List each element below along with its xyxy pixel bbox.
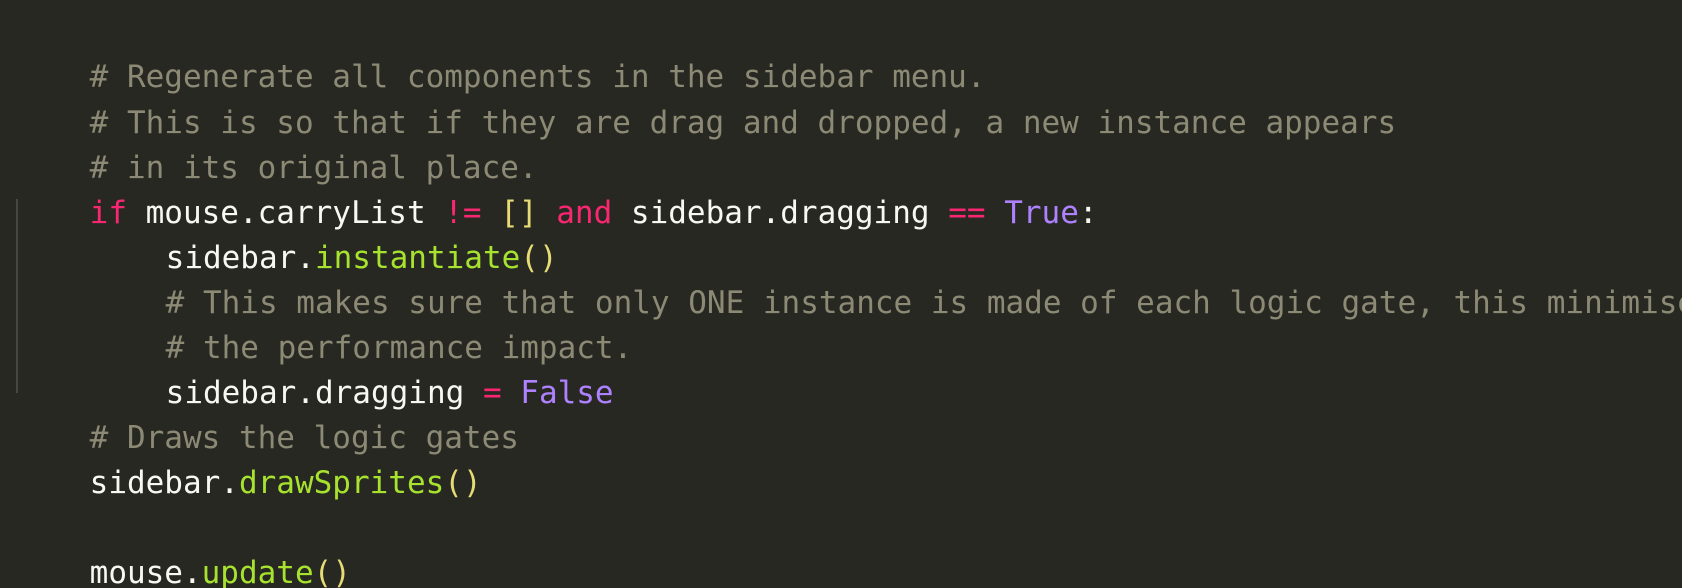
call-parentheses: () — [444, 465, 482, 501]
call-parentheses: () — [313, 555, 351, 588]
code-line-2[interactable]: # This is so that if they are drag and d… — [15, 51, 1396, 141]
operator-equal-equal: == — [948, 195, 986, 231]
code-line-7[interactable]: # the performance impact. — [15, 276, 633, 366]
constant-false: False — [520, 375, 614, 411]
colon-token: : — [1078, 195, 1098, 231]
identifier-sidebar-dragging: sidebar.dragging — [612, 195, 949, 231]
code-line-5[interactable]: sidebar.instantiate() — [15, 186, 558, 276]
function-update: update — [201, 555, 314, 588]
constant-true: True — [1004, 195, 1079, 231]
identifier-sidebar: sidebar. — [89, 465, 239, 501]
code-line-1[interactable]: # Regenerate all components in the sideb… — [15, 5, 986, 95]
code-line-3[interactable]: # in its original place. — [15, 96, 538, 186]
code-line-4[interactable]: if mouse.carryList != [] and sidebar.dra… — [15, 141, 1098, 231]
identifier-mouse: mouse. — [89, 555, 202, 588]
code-editor[interactable]: # Regenerate all components in the sideb… — [0, 0, 1682, 588]
code-line-12[interactable]: mouse.update() — [15, 501, 351, 588]
code-line-9[interactable]: # Draws the logic gates — [15, 366, 519, 456]
code-line-10[interactable]: sidebar.drawSprites() — [15, 411, 482, 501]
function-drawsprites: drawSprites — [238, 465, 445, 501]
code-line-6[interactable]: # This makes sure that only ONE instance… — [15, 231, 1682, 321]
keyword-and: and — [556, 195, 613, 231]
code-line-8[interactable]: sidebar.dragging = False — [15, 321, 614, 411]
